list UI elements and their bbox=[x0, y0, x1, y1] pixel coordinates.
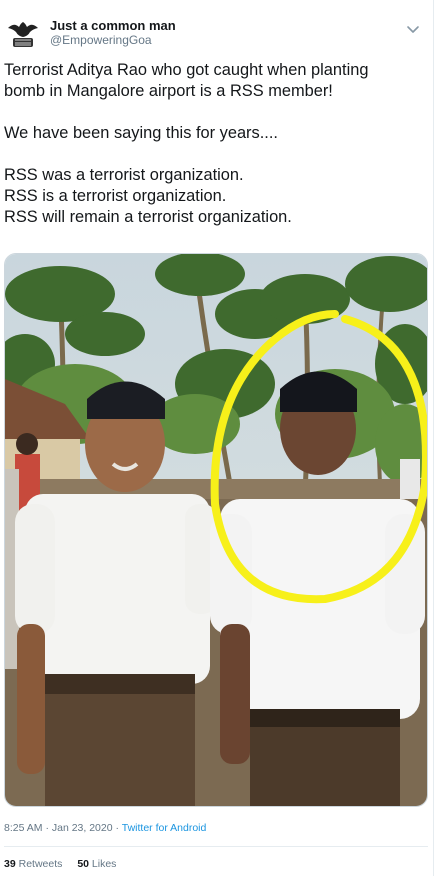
author-handle[interactable]: @EmpoweringGoa bbox=[50, 33, 152, 47]
tweet-photo[interactable] bbox=[4, 253, 428, 807]
chevron-down-icon[interactable] bbox=[406, 22, 420, 36]
tweet-line: bomb in Mangalore airport is a RSS membe… bbox=[4, 82, 333, 100]
tweet-stats: 39 Retweets 50 Likes bbox=[4, 858, 128, 870]
tweet-source-link[interactable]: Twitter for Android bbox=[122, 822, 207, 834]
tweet-line: Terrorist Aditya Rao who got caught when… bbox=[4, 61, 369, 79]
tweet-timestamp[interactable]: 8:25 AM · Jan 23, 2020 bbox=[4, 822, 113, 834]
tweet-meta: 8:25 AM · Jan 23, 2020 · Twitter for And… bbox=[4, 822, 206, 834]
tweet-text: Terrorist Aditya Rao who got caught when… bbox=[4, 60, 424, 228]
tweet-line-break bbox=[4, 144, 424, 165]
tweet-card: Just a common man @EmpoweringGoa Terrori… bbox=[0, 0, 434, 876]
tweet-line: RSS will remain a terrorist organization… bbox=[4, 208, 292, 226]
tweet-line: We have been saying this for years.... bbox=[4, 124, 278, 142]
tweet-line: RSS is a terrorist organization. bbox=[4, 187, 227, 205]
eagle-emblem-icon bbox=[4, 14, 42, 52]
tweet-line: RSS was a terrorist organization. bbox=[4, 166, 244, 184]
retweets-count: 39 bbox=[4, 858, 16, 870]
author-display-name[interactable]: Just a common man bbox=[50, 18, 176, 33]
likes-label: Likes bbox=[91, 858, 117, 870]
divider bbox=[4, 846, 428, 847]
tweet-line-break bbox=[4, 102, 424, 123]
meta-separator: · bbox=[112, 822, 122, 834]
tweet-header: Just a common man @EmpoweringGoa bbox=[0, 8, 434, 54]
photo-two-men-icon bbox=[5, 254, 427, 806]
likes-count: 50 bbox=[77, 858, 89, 870]
avatar[interactable] bbox=[4, 14, 42, 52]
likes-stat[interactable]: 50 Likes bbox=[77, 858, 116, 870]
retweets-label: Retweets bbox=[18, 858, 63, 870]
retweets-stat[interactable]: 39 Retweets bbox=[4, 858, 62, 870]
